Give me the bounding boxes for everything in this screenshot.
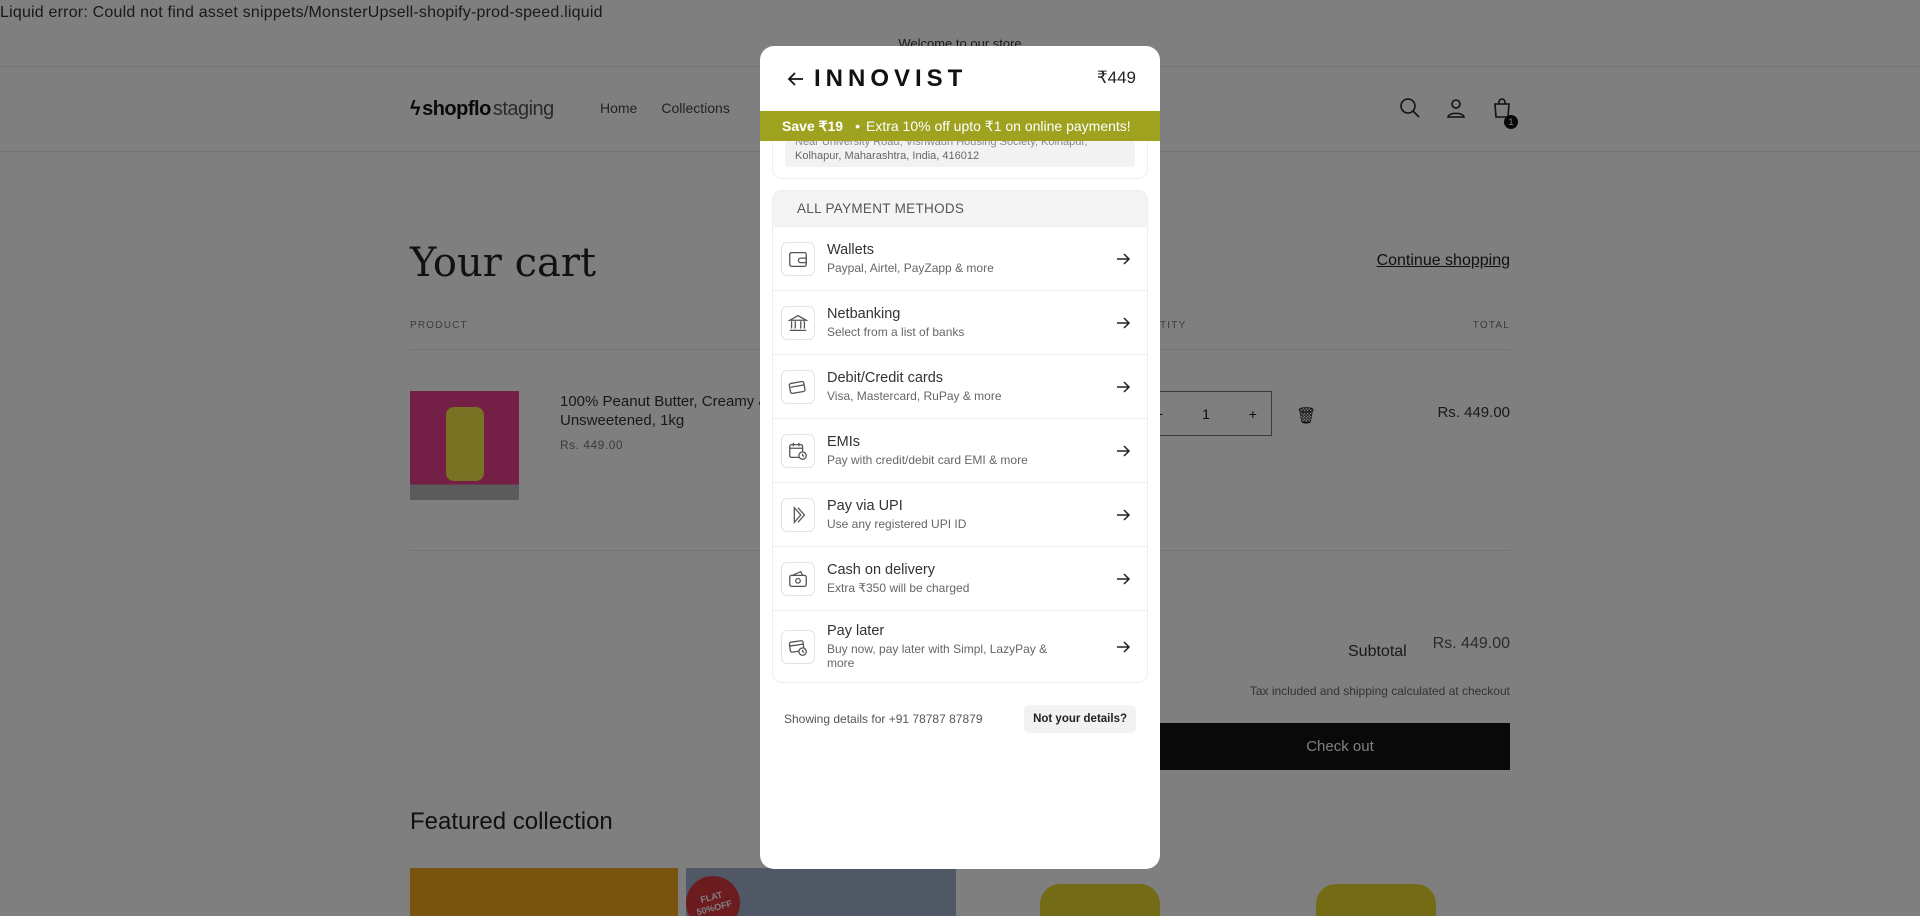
brand-logo: INNOVIST — [814, 64, 968, 92]
arrow-right-icon — [1117, 508, 1131, 521]
card-icon — [781, 369, 815, 404]
address-box: Near University Road, Vishwadh Housing S… — [785, 141, 1135, 167]
showing-details-text: Showing details for +91 78787 87879 — [784, 712, 983, 726]
payment-method-pay-later[interactable]: Pay later Buy now, pay later with Simpl,… — [773, 610, 1147, 682]
arrow-right-icon — [1117, 316, 1131, 329]
payment-method-emis[interactable]: EMIs Pay with credit/debit card EMI & mo… — [773, 418, 1147, 482]
payment-method-cod[interactable]: Cash on delivery Extra ₹350 will be char… — [773, 546, 1147, 610]
address-card[interactable]: Near University Road, Vishwadh Housing S… — [772, 141, 1148, 179]
calendar-clock-icon — [781, 433, 815, 468]
payment-method-upi[interactable]: Pay via UPI Use any registered UPI ID — [773, 482, 1147, 546]
order-amount: ₹449 — [1096, 68, 1136, 87]
payment-methods-card: ALL PAYMENT METHODS Wallets Paypal, Airt… — [772, 190, 1148, 683]
upi-icon — [781, 497, 815, 532]
payment-method-subtitle: Use any registered UPI ID — [827, 517, 967, 531]
promo-separator: • — [855, 118, 860, 134]
arrow-right-icon — [1117, 380, 1131, 393]
arrow-right-icon — [1117, 252, 1131, 265]
modal-header: INNOVIST ₹449 — [760, 46, 1160, 111]
payment-method-subtitle: Visa, Mastercard, RuPay & more — [827, 389, 1002, 403]
payment-method-subtitle: Extra ₹350 will be charged — [827, 581, 970, 595]
arrow-right-icon — [1117, 572, 1131, 585]
back-arrow-icon[interactable] — [786, 69, 806, 89]
user-details-row: Showing details for +91 78787 87879 Not … — [784, 705, 1136, 733]
promo-banner: Save ₹19 • Extra 10% off upto ₹1 on onli… — [760, 111, 1160, 141]
payment-method-wallets[interactable]: Wallets Paypal, Airtel, PayZapp & more — [773, 226, 1147, 290]
address-line-1: Near University Road, Vishwadh Housing S… — [795, 141, 1088, 148]
payment-method-title: EMIs — [827, 434, 861, 450]
cash-icon — [781, 561, 815, 596]
payment-method-subtitle: Select from a list of banks — [827, 325, 965, 339]
arrow-right-icon — [1117, 640, 1131, 653]
wallet-icon — [781, 241, 815, 276]
card-clock-icon — [781, 629, 815, 664]
arrow-right-icon — [1117, 444, 1131, 457]
promo-save: Save ₹19 — [782, 117, 844, 134]
bank-icon — [781, 305, 815, 340]
payment-method-subtitle: Pay with credit/debit card EMI & more — [827, 453, 1028, 467]
payment-method-title: Cash on delivery — [827, 562, 935, 578]
payment-method-title: Debit/Credit cards — [827, 370, 944, 386]
payment-method-title: Wallets — [827, 242, 874, 258]
payment-method-title: Netbanking — [827, 306, 901, 322]
payment-methods-header: ALL PAYMENT METHODS — [773, 191, 1147, 226]
payment-method-cards[interactable]: Debit/Credit cards Visa, Mastercard, RuP… — [773, 354, 1147, 418]
payment-method-title: Pay later — [827, 623, 885, 639]
payment-method-title: Pay via UPI — [827, 498, 903, 514]
promo-text: Extra 10% off upto ₹1 on online payments… — [865, 117, 1131, 134]
checkout-modal: INNOVIST ₹449 Save ₹19 • Extra 10% off u… — [760, 46, 1160, 869]
payment-method-netbanking[interactable]: Netbanking Select from a list of banks — [773, 290, 1147, 354]
address-line-2: Kolhapur, Maharashtra, India, 416012 — [795, 150, 980, 162]
payment-method-subtitle: Paypal, Airtel, PayZapp & more — [827, 261, 994, 275]
not-your-details-button[interactable]: Not your details? — [1024, 705, 1136, 733]
payment-method-subtitle: Buy now, pay later with Simpl, LazyPay &… — [827, 642, 1048, 670]
